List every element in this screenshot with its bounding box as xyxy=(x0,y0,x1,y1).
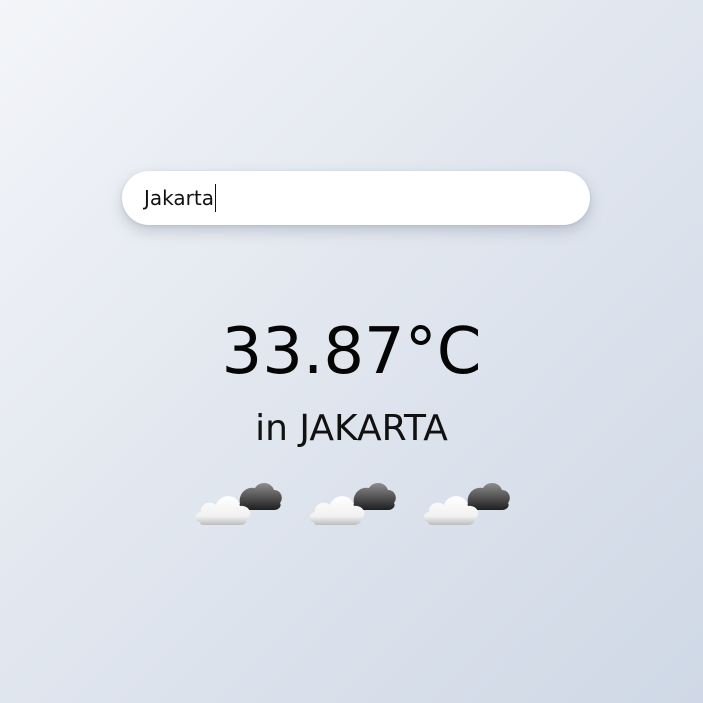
search-input-value: Jakarta xyxy=(144,186,214,210)
cloud-icon xyxy=(194,476,282,530)
text-caret xyxy=(214,184,216,212)
weather-icons-row xyxy=(0,476,703,530)
search-box[interactable]: Jakarta xyxy=(122,171,590,225)
search-input[interactable]: Jakarta xyxy=(144,171,564,225)
location-label: in JAKARTA xyxy=(255,408,448,449)
cloud-icon xyxy=(422,476,510,530)
cloud-icon xyxy=(308,476,396,530)
weather-app: Jakarta 33.87°C in JAKARTA xyxy=(0,0,703,703)
temperature-readout: 33.87°C xyxy=(221,315,482,389)
